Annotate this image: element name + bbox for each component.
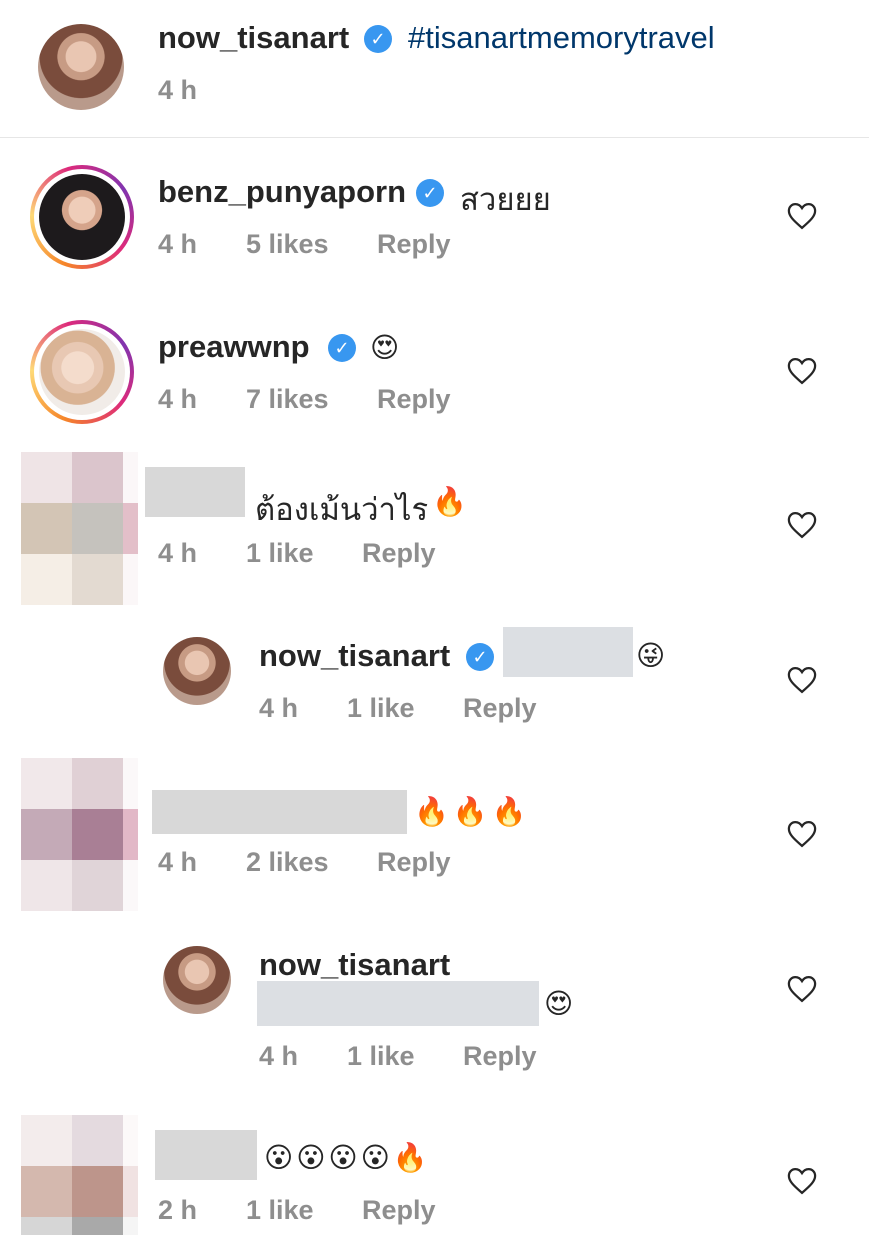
avatar[interactable] xyxy=(38,24,124,110)
comment-likes[interactable]: 1 like xyxy=(347,1041,415,1072)
reply-button[interactable]: Reply xyxy=(377,229,451,260)
reply-username[interactable]: now_tisanart xyxy=(259,947,450,983)
comment-username[interactable]: benz_punyaporn xyxy=(158,174,406,210)
heart-outline-icon[interactable] xyxy=(787,975,817,1003)
comment-likes[interactable]: 5 likes xyxy=(246,229,329,260)
caption-time: 4 h xyxy=(158,75,198,105)
caption-hashtag-link[interactable]: #tisanartmemorytravel xyxy=(408,20,715,56)
comment-likes[interactable]: 2 likes xyxy=(246,847,329,878)
reply-button[interactable]: Reply xyxy=(362,538,436,569)
comment-emoji: 🔥 xyxy=(432,486,467,517)
redacted-username xyxy=(145,467,245,517)
comment-likes[interactable]: 1 like xyxy=(246,1195,314,1226)
comment-time: 4 h xyxy=(158,847,198,877)
comment-emoji: 😍 xyxy=(370,332,400,363)
avatar-story-ring[interactable] xyxy=(30,320,134,424)
redacted-text xyxy=(257,981,539,1026)
comment-emoji: 🔥🔥🔥 xyxy=(414,796,531,827)
comment-text: ต้องเม้นว่าไร xyxy=(255,492,429,527)
comment-username[interactable]: preawwnp xyxy=(158,329,310,365)
reply-button[interactable]: Reply xyxy=(463,693,537,724)
reply-username[interactable]: now_tisanart xyxy=(259,638,450,674)
comment-emoji: 😮😮😮😮🔥 xyxy=(264,1142,431,1173)
pixelated-avatar[interactable] xyxy=(21,758,138,911)
comment-emoji: 😍 xyxy=(544,988,574,1019)
avatar[interactable] xyxy=(163,946,231,1014)
comment-time: 4 h xyxy=(259,1041,299,1071)
reply-button[interactable]: Reply xyxy=(377,384,451,415)
comment-time: 2 h xyxy=(158,1195,198,1225)
heart-outline-icon[interactable] xyxy=(787,1167,817,1195)
verified-badge-icon: ✓ xyxy=(416,179,444,207)
reply-button[interactable]: Reply xyxy=(463,1041,537,1072)
avatar[interactable] xyxy=(163,637,231,705)
avatar-story-ring[interactable] xyxy=(30,165,134,269)
comment-likes[interactable]: 1 like xyxy=(347,693,415,724)
reply-button[interactable]: Reply xyxy=(377,847,451,878)
avatar xyxy=(39,174,125,260)
heart-outline-icon[interactable] xyxy=(787,511,817,539)
heart-outline-icon[interactable] xyxy=(787,666,817,694)
heart-outline-icon[interactable] xyxy=(787,357,817,385)
verified-badge-icon: ✓ xyxy=(364,25,392,53)
reply-button[interactable]: Reply xyxy=(362,1195,436,1226)
redacted-username xyxy=(155,1130,257,1180)
caption-username[interactable]: now_tisanart xyxy=(158,20,349,56)
comment-time: 4 h xyxy=(259,693,299,723)
comment-time: 4 h xyxy=(158,229,198,259)
comment-text: สวยยย xyxy=(460,182,551,217)
heart-outline-icon[interactable] xyxy=(787,202,817,230)
comment-likes[interactable]: 7 likes xyxy=(246,384,329,415)
heart-outline-icon[interactable] xyxy=(787,820,817,848)
redacted-text xyxy=(503,627,633,677)
comment-time: 4 h xyxy=(158,384,198,414)
pixelated-avatar[interactable] xyxy=(21,452,138,605)
comment-likes[interactable]: 1 like xyxy=(246,538,314,569)
redacted-username xyxy=(152,790,407,834)
pixelated-avatar[interactable] xyxy=(21,1115,138,1235)
verified-badge-icon: ✓ xyxy=(328,334,356,362)
avatar xyxy=(39,329,125,415)
comment-emoji: 😜 xyxy=(636,640,666,671)
comment-time: 4 h xyxy=(158,538,198,568)
verified-badge-icon: ✓ xyxy=(466,643,494,671)
divider xyxy=(0,137,869,138)
